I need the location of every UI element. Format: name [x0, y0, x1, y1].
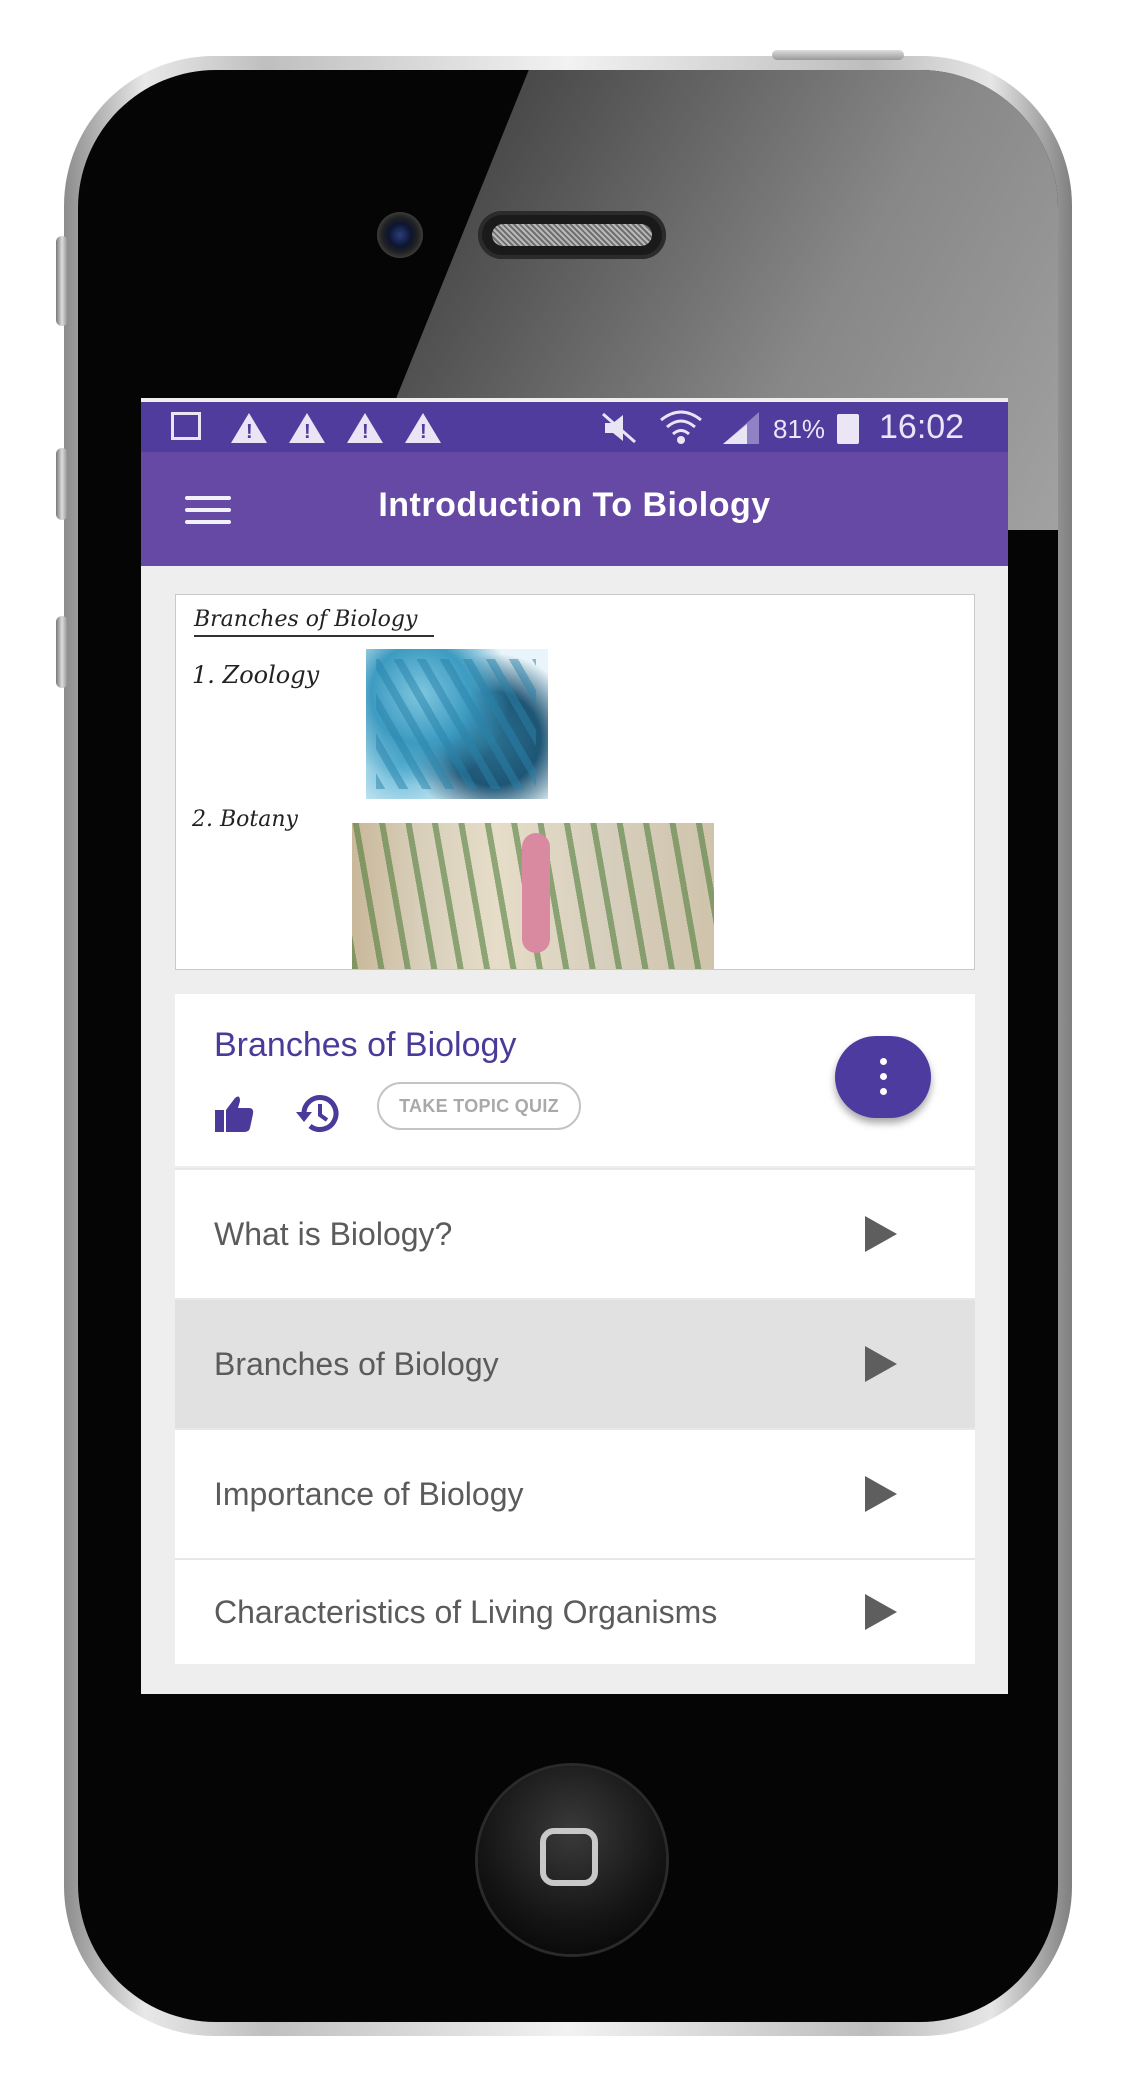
thumbs-up-icon[interactable]	[213, 1094, 255, 1134]
volume-up-button	[56, 448, 68, 520]
take-topic-quiz-button[interactable]: TAKE TOPIC QUIZ	[377, 1082, 581, 1130]
image-icon	[171, 412, 201, 440]
status-time: 16:02	[879, 408, 965, 446]
earpiece-speaker	[478, 211, 666, 259]
history-icon[interactable]	[294, 1092, 342, 1136]
lesson-label: Importance of Biology	[214, 1476, 524, 1512]
lesson-item[interactable]: Characteristics of Living Organisms	[175, 1558, 975, 1664]
mute-icon	[602, 412, 636, 444]
play-icon	[865, 1476, 897, 1512]
app-screen: ! ! ! ! 81% 16:02 Introduction To Biolog…	[141, 398, 1008, 1694]
video-heading-underline	[194, 635, 434, 637]
topic-card: Branches of Biology TAKE TOPIC QUIZ	[175, 994, 975, 1166]
play-icon	[865, 1594, 897, 1630]
lesson-item[interactable]: What is Biology?	[175, 1168, 975, 1298]
animals-illustration	[366, 649, 548, 799]
video-heading: Branches of Biology	[194, 607, 418, 632]
lesson-label: Characteristics of Living Organisms	[214, 1594, 718, 1630]
signal-icon	[723, 412, 759, 444]
lesson-item-active[interactable]: Branches of Biology	[175, 1298, 975, 1428]
warning-icon: !	[347, 413, 383, 443]
more-options-button[interactable]	[835, 1036, 931, 1118]
battery-percent: 81%	[773, 414, 826, 444]
warning-icon: !	[289, 413, 325, 443]
video-item-botany: 2. Botany	[192, 807, 298, 832]
power-button	[772, 50, 904, 60]
volume-down-button	[56, 616, 68, 688]
lesson-label: Branches of Biology	[214, 1346, 499, 1382]
lesson-item[interactable]: Importance of Biology	[175, 1428, 975, 1558]
home-button[interactable]	[478, 1766, 666, 1954]
status-bar: ! ! ! ! 81% 16:02	[141, 402, 1008, 452]
lesson-video-player[interactable]: Branches of Biology 1. Zoology 2. Botany	[175, 594, 975, 970]
battery-icon	[837, 414, 859, 444]
lesson-list: What is Biology? Branches of Biology Imp…	[175, 1168, 975, 1664]
warning-icon: !	[231, 413, 267, 443]
wifi-icon	[660, 410, 702, 444]
warning-icon: !	[405, 413, 441, 443]
home-square-icon	[540, 1828, 598, 1886]
app-bar: Introduction To Biology	[141, 452, 1008, 566]
front-camera	[377, 212, 423, 258]
mute-switch	[56, 236, 68, 326]
lesson-label: What is Biology?	[214, 1216, 453, 1252]
video-item-zoology: 1. Zoology	[192, 661, 320, 689]
play-icon	[865, 1346, 897, 1382]
play-icon	[865, 1216, 897, 1252]
topic-title: Branches of Biology	[214, 1026, 517, 1064]
app-title: Introduction To Biology	[378, 486, 771, 524]
plants-illustration	[352, 823, 714, 969]
